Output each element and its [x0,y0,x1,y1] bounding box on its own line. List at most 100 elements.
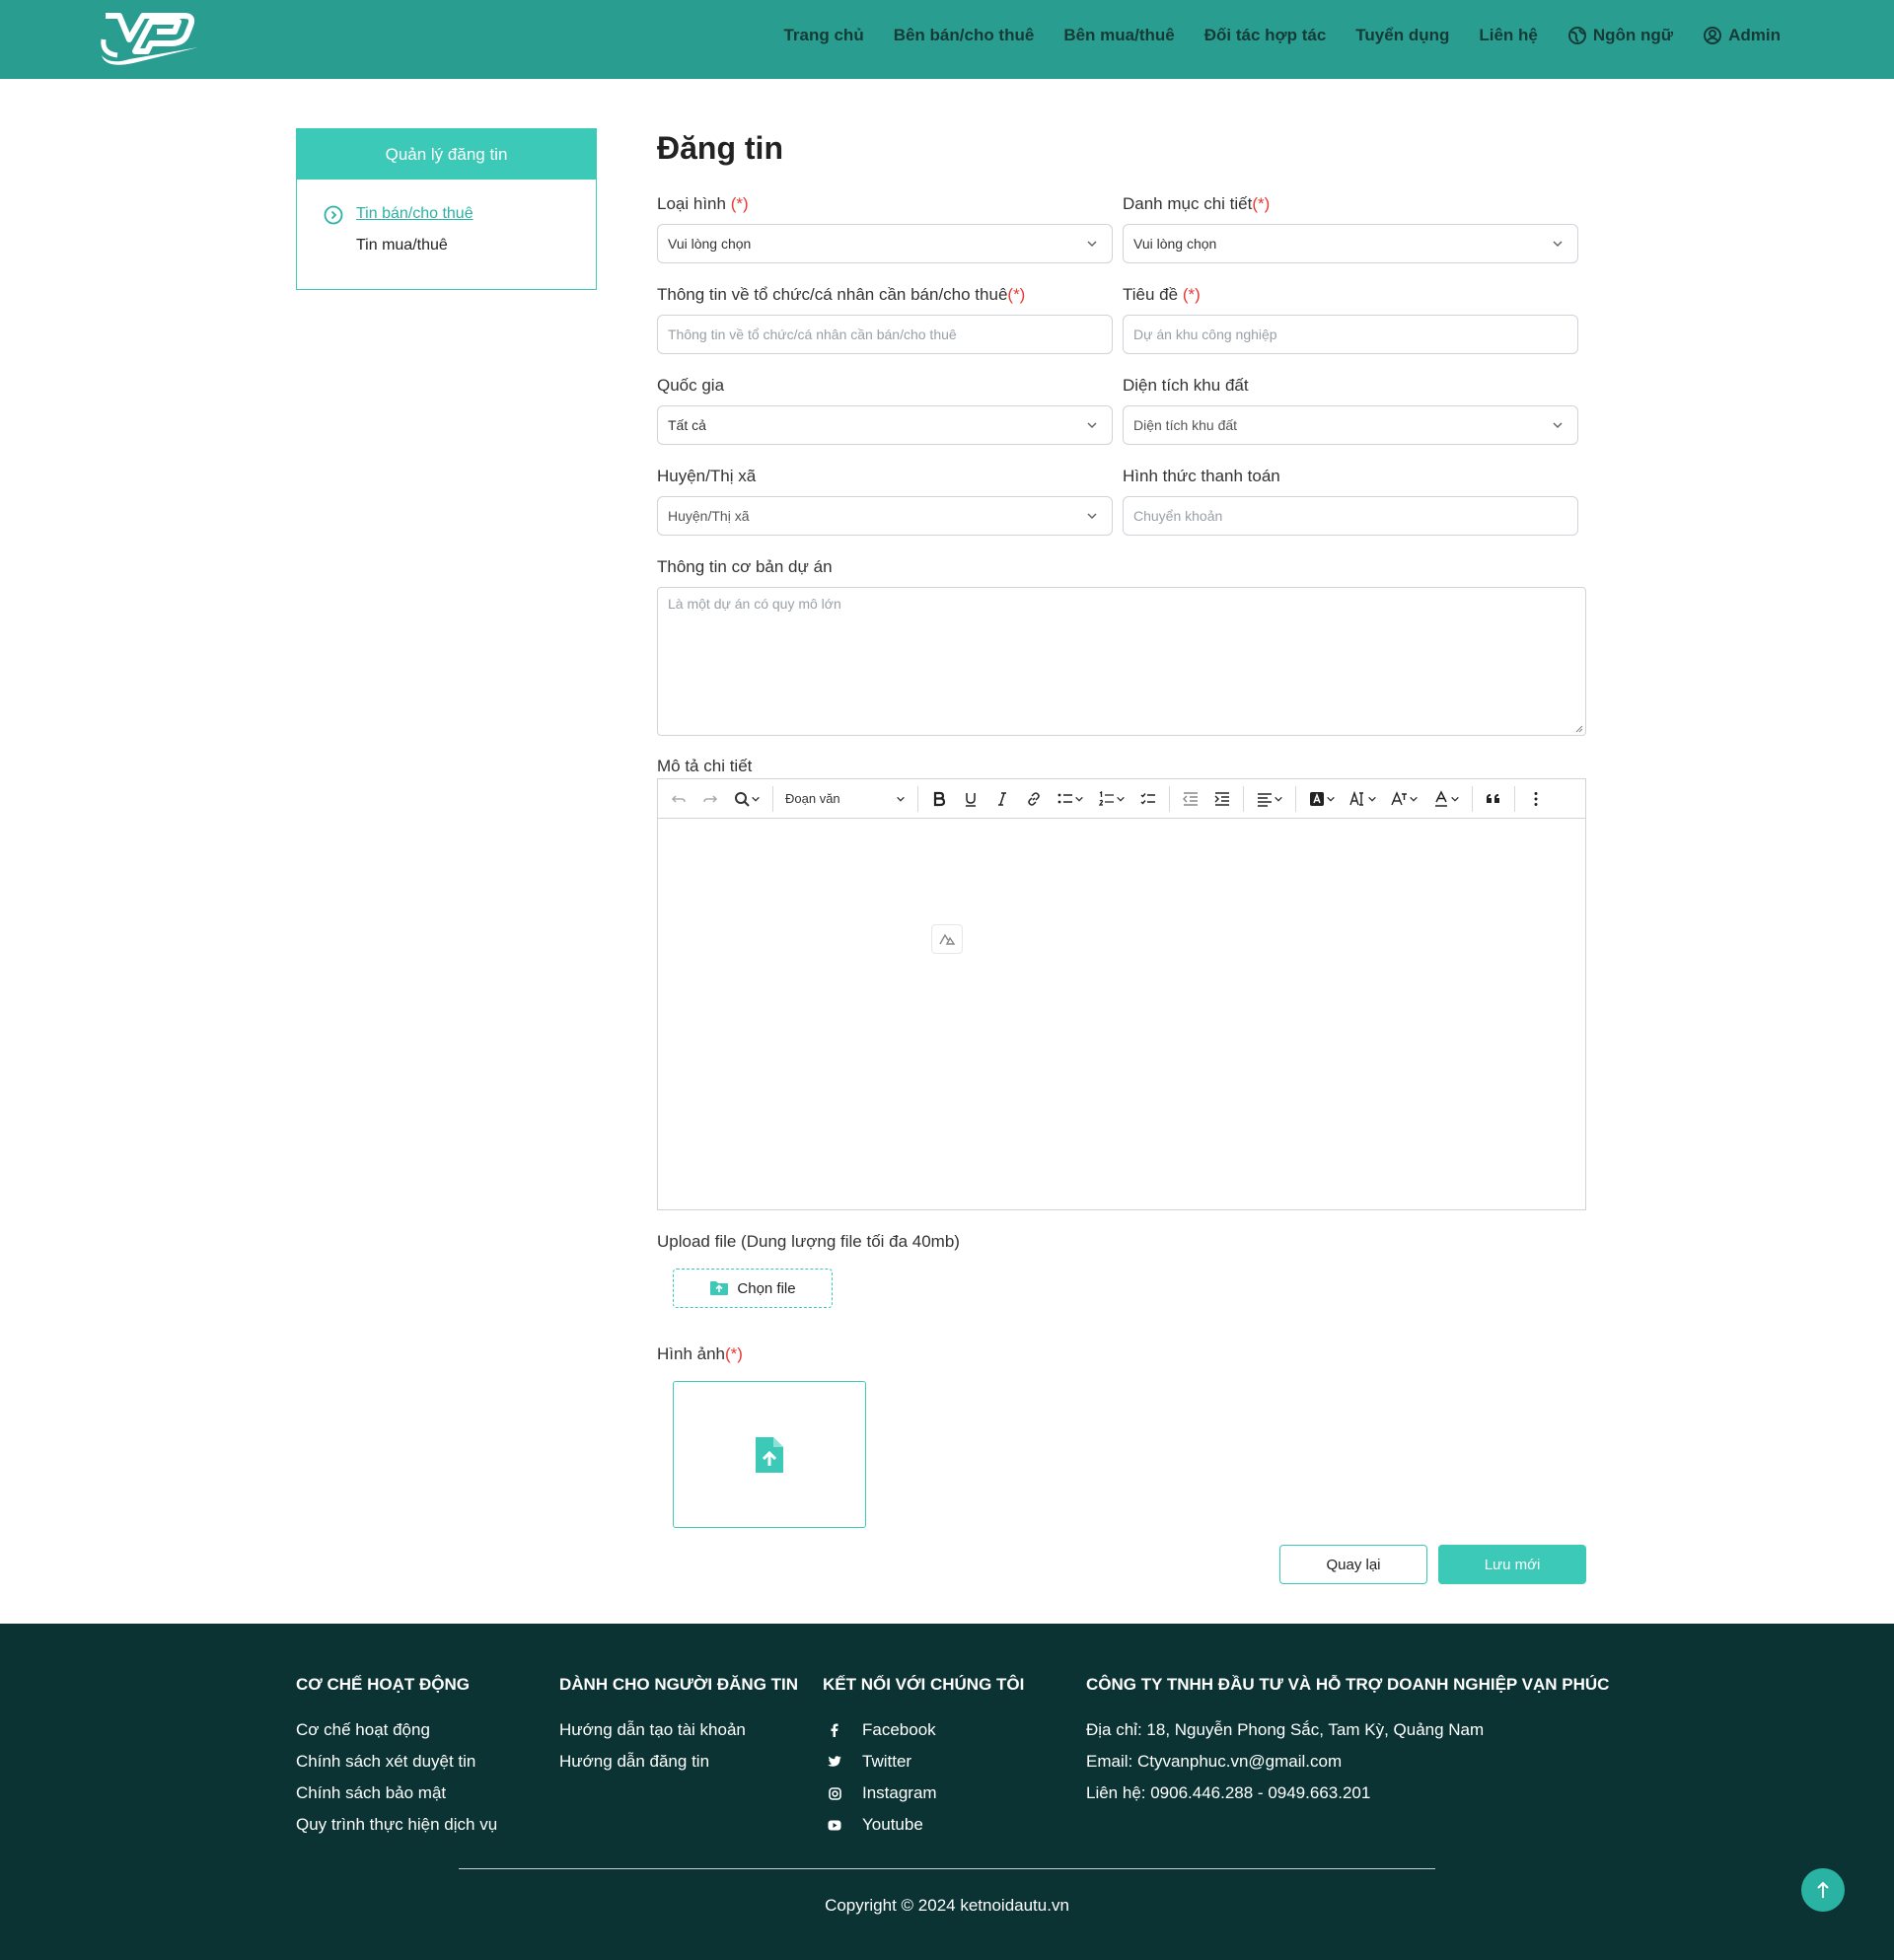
chevron-down-icon [1410,796,1418,802]
globe-icon [1567,27,1586,44]
textarea-placeholder: Là một dự án có quy mô lớn [668,596,841,612]
editor-toolbar: Đoạn văn [658,779,1585,819]
thong-tin-to-chuc-input[interactable]: Thông tin về tổ chức/cá nhân cần bán/cho… [657,315,1113,354]
editor-logo-icon [939,933,956,945]
footer-link[interactable]: Hướng dẫn đăng tin [559,1746,798,1778]
youtube-icon [828,1820,841,1830]
quoc-gia-select[interactable]: Tất cả [657,405,1113,445]
nav-language[interactable]: Ngôn ngữ [1567,26,1673,45]
danh-muc-select[interactable]: Vui lòng chọn [1123,224,1578,263]
footer-link[interactable]: Hướng dẫn tạo tài khoản [559,1714,798,1746]
tieu-de-input[interactable]: Dự án khu công nghiệp [1123,315,1578,354]
toolbar-divider [1472,785,1473,812]
nav-label: Bên bán/cho thuê [893,26,1035,44]
outdent-button[interactable] [1176,784,1205,814]
toolbar-divider [1169,785,1170,812]
nav-trang-chu[interactable]: Trang chủ [783,26,863,45]
footer-heading: CƠ CHẾ HOẠT ĐỘNG [296,1675,471,1694]
chevron-down-icon [1327,796,1335,802]
align-button[interactable] [1250,784,1289,814]
hinh-anh-label: Hình ảnh(*) [657,1344,743,1364]
editor-badge[interactable] [931,924,963,954]
indent-button[interactable] [1207,784,1237,814]
align-left-icon [1258,792,1272,807]
font-size-icon [1349,790,1363,806]
nav-label: Admin [1728,26,1781,44]
footer-heading: KẾT NỐI VỚI CHÚNG TÔI [823,1675,1025,1694]
nav-admin[interactable]: Admin [1703,26,1781,45]
nav-tuyen-dung[interactable]: Tuyển dụng [1355,26,1449,45]
footer-link-twitter[interactable]: Twitter [823,1746,1024,1778]
required-mark: (*) [1252,194,1271,213]
upload-label: Upload file (Dung lượng file tối đa 40mb… [657,1232,960,1251]
more-vertical-icon [1534,791,1538,806]
footer-link[interactable]: Chính sách xét duyệt tin [296,1746,497,1778]
select-placeholder: Diện tích khu đất [1133,417,1238,433]
outdent-icon [1183,791,1198,806]
footer-link[interactable]: Quy trình thực hiện dịch vụ [296,1809,497,1841]
font-family-icon [1391,790,1407,805]
more-options-button[interactable] [1521,784,1551,814]
thanh-toan-input[interactable]: Chuyển khoản [1123,496,1578,536]
chevron-down-icon [1087,513,1097,520]
footer-link-facebook[interactable]: Facebook [823,1714,1024,1746]
huyen-select[interactable]: Huyện/Thị xã [657,496,1113,536]
loai-hinh-select[interactable]: Vui lòng chọn [657,224,1113,263]
link-button[interactable] [1019,784,1049,814]
site-logo[interactable] [100,10,198,65]
nav-lien-he[interactable]: Liên hệ [1479,26,1538,45]
nav-ben-ban[interactable]: Bên bán/cho thuê [894,26,1035,45]
chevron-down-icon [1553,422,1563,429]
back-button[interactable]: Quay lại [1279,1545,1427,1584]
choose-file-button[interactable]: Chọn file [673,1269,833,1308]
font-size-button[interactable] [1344,784,1383,814]
underline-button[interactable] [956,784,985,814]
chevron-down-icon [1451,796,1459,802]
toolbar-divider [1243,785,1244,812]
sidebar-item-tin-mua[interactable]: Tin mua/thuê [356,237,448,254]
italic-icon [998,791,1006,806]
scroll-to-top-button[interactable] [1801,1868,1845,1912]
bullet-list-button[interactable] [1051,784,1090,814]
footer-link-youtube[interactable]: Youtube [823,1809,1024,1841]
undo-button[interactable] [664,784,693,814]
font-family-button[interactable] [1385,784,1424,814]
select-placeholder: Huyện/Thị xã [668,508,750,524]
numbered-list-icon [1098,790,1114,806]
numbered-list-button[interactable] [1092,784,1131,814]
twitter-icon [828,1756,841,1767]
editor-content-area[interactable] [658,819,1585,1209]
find-replace-button[interactable] [727,784,766,814]
indent-icon [1214,791,1229,806]
footer-link-instagram[interactable]: Instagram [823,1778,1024,1809]
footer-link[interactable]: Chính sách bảo mật [296,1778,497,1809]
nav-doi-tac[interactable]: Đối tác hợp tác [1204,26,1327,45]
blockquote-button[interactable] [1479,784,1508,814]
footer-col-ket-noi: KẾT NỐI VỚI CHÚNG TÔI Facebook Twitter I… [823,1675,1024,1841]
loai-hinh-label: Loại hình (*) [657,194,749,214]
select-value: Tất cả [668,417,706,433]
font-color-button[interactable] [1426,784,1466,814]
footer-link[interactable]: Cơ chế hoạt động [296,1714,497,1746]
redo-button[interactable] [695,784,725,814]
required-mark: (*) [730,194,749,213]
thong-tin-to-chuc-label: Thông tin về tổ chức/cá nhân cần bán/cho… [657,285,1025,305]
highlight-button[interactable] [1302,784,1342,814]
dien-tich-select[interactable]: Diện tích khu đất [1123,405,1578,445]
footer-heading: CÔNG TY TNHH ĐẦU TƯ VÀ HỖ TRỢ DOANH NGHI… [1086,1675,1610,1694]
nav-ben-mua[interactable]: Bên mua/thuê [1063,26,1174,45]
thong-tin-co-ban-textarea[interactable]: Là một dự án có quy mô lớn [657,587,1586,736]
toolbar-divider [917,785,918,812]
resize-grip-icon[interactable] [1575,725,1583,733]
heading-select[interactable]: Đoạn văn [779,784,911,814]
choose-file-label: Chọn file [737,1279,796,1297]
bold-button[interactable] [924,784,954,814]
image-upload-box[interactable] [673,1381,866,1528]
arrow-up-icon [1817,1881,1829,1898]
sidebar-title: Quản lý đăng tin [297,129,596,180]
save-new-button[interactable]: Lưu mới [1438,1545,1586,1584]
sidebar-item-tin-ban[interactable]: Tin bán/cho thuê [356,205,474,223]
footer-link-label: Youtube [862,1815,923,1834]
italic-button[interactable] [987,784,1017,814]
todo-list-button[interactable] [1133,784,1163,814]
